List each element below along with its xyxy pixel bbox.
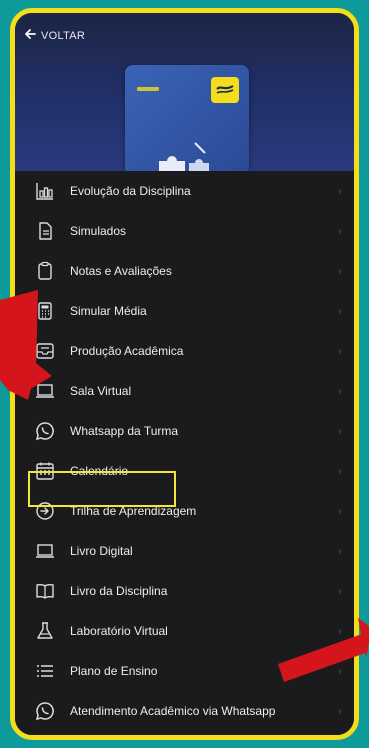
chevron-right-icon: › xyxy=(338,504,342,518)
menu-item-label: Notas e Avaliações xyxy=(70,264,172,278)
chevron-right-icon: › xyxy=(338,344,342,358)
whatsapp-icon xyxy=(35,421,55,441)
chevron-right-icon: › xyxy=(338,424,342,438)
document-icon xyxy=(35,221,55,241)
chevron-right-icon: › xyxy=(338,184,342,198)
menu-item-label: Produção Acadêmica xyxy=(70,344,184,358)
course-header: VOLTAR xyxy=(15,13,354,175)
chevron-right-icon: › xyxy=(338,464,342,478)
book-icon xyxy=(35,581,55,601)
menu-item-label: Sala Virtual xyxy=(70,384,132,398)
chevron-right-icon: › xyxy=(338,544,342,558)
laptop-icon xyxy=(35,541,55,561)
menu-item-simulados[interactable]: Simulados › xyxy=(15,211,354,251)
course-card-image xyxy=(125,65,249,175)
arrow-left-icon xyxy=(23,27,41,44)
back-label: VOLTAR xyxy=(41,29,86,42)
highlight-box xyxy=(28,471,176,507)
card-tag xyxy=(137,87,159,91)
menu-item-whatsapp-turma[interactable]: Whatsapp da Turma › xyxy=(15,411,354,451)
pointer-arrow xyxy=(0,290,52,400)
menu-item-notas[interactable]: Notas e Avaliações › xyxy=(15,251,354,291)
menu-item-sala-virtual[interactable]: Sala Virtual › xyxy=(15,371,354,411)
menu-item-label: Livro Digital xyxy=(70,544,133,558)
pointer-arrow xyxy=(278,618,369,682)
clipboard-icon xyxy=(35,261,55,281)
chevron-right-icon: › xyxy=(338,384,342,398)
menu-item-label: Simular Média xyxy=(70,304,147,318)
flask-icon xyxy=(35,621,55,641)
menu-item-label: Laboratório Virtual xyxy=(70,624,168,638)
puzzle-icon xyxy=(159,142,209,175)
logo-icon xyxy=(211,77,239,103)
menu-item-label: Atendimento Acadêmico via Whatsapp xyxy=(70,704,276,718)
list-icon xyxy=(35,661,55,681)
chevron-right-icon: › xyxy=(338,224,342,238)
chevron-right-icon: › xyxy=(338,704,342,718)
menu-item-label: Whatsapp da Turma xyxy=(70,424,179,438)
back-button[interactable]: VOLTAR xyxy=(23,27,85,44)
menu-item-producao[interactable]: Produção Acadêmica › xyxy=(15,331,354,371)
menu-item-label: Evolução da Disciplina xyxy=(70,184,191,198)
menu-item-label: Plano de Ensino xyxy=(70,664,158,678)
chevron-right-icon: › xyxy=(338,264,342,278)
menu-item-label: Simulados xyxy=(70,224,127,238)
bar-chart-icon xyxy=(35,181,55,201)
menu-item-atendimento[interactable]: Atendimento Acadêmico via Whatsapp › xyxy=(15,691,354,731)
menu-item-label: Livro da Disciplina xyxy=(70,584,168,598)
menu-item-livro-digital[interactable]: Livro Digital › xyxy=(15,531,354,571)
whatsapp-icon xyxy=(35,701,55,721)
menu-item-simular-media[interactable]: Simular Média › xyxy=(15,291,354,331)
chevron-right-icon: › xyxy=(338,304,342,318)
menu-item-evolucao[interactable]: Evolução da Disciplina › xyxy=(15,171,354,211)
menu-item-livro-disciplina[interactable]: Livro da Disciplina › xyxy=(15,571,354,611)
chevron-right-icon: › xyxy=(338,584,342,598)
